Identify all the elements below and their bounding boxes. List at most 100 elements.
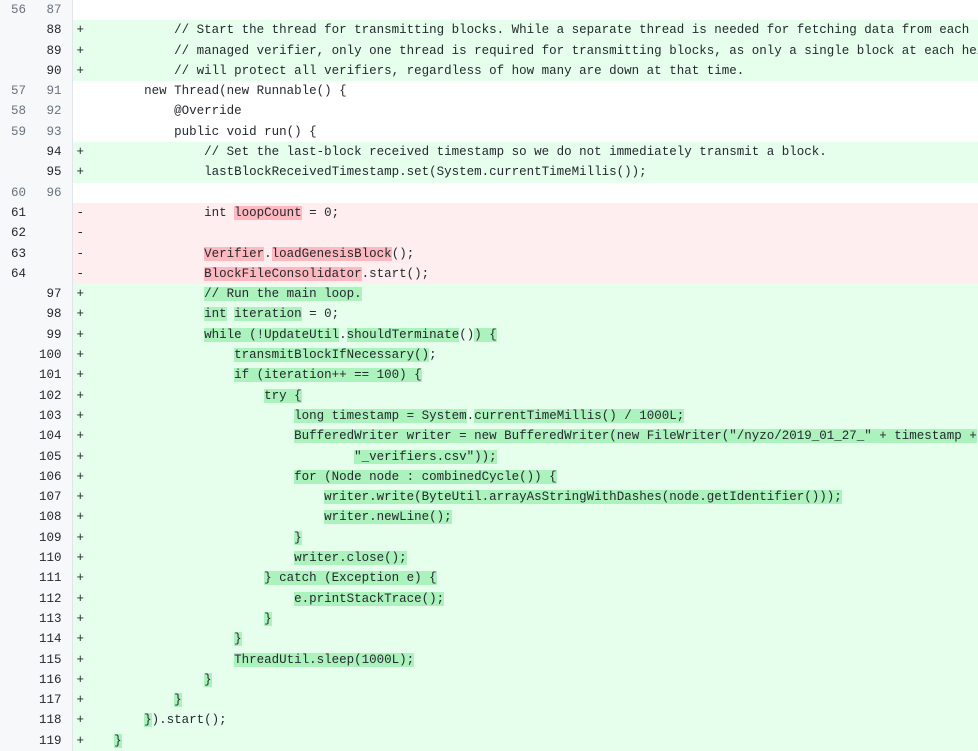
diff-code-cell[interactable]: public void run() { — [72, 121, 978, 143]
diff-code-cell[interactable]: + }).start(); — [72, 710, 978, 731]
new-line-number[interactable]: 116 — [36, 669, 73, 691]
old-line-number[interactable]: 57 — [0, 81, 36, 102]
old-line-number[interactable] — [0, 649, 36, 670]
new-line-number[interactable]: 103 — [36, 405, 73, 427]
new-line-number[interactable]: 109 — [36, 527, 73, 549]
new-line-number[interactable]: 105 — [36, 446, 73, 467]
old-line-number[interactable]: 58 — [0, 101, 36, 122]
diff-code-cell[interactable]: + } — [72, 730, 978, 751]
diff-code-cell[interactable]: + // managed verifier, only one thread i… — [72, 40, 978, 61]
new-line-number[interactable]: 108 — [36, 507, 73, 528]
diff-code-cell[interactable]: + } — [72, 629, 978, 650]
old-line-number[interactable] — [0, 365, 36, 386]
old-line-number[interactable] — [0, 690, 36, 711]
new-line-number[interactable]: 111 — [36, 568, 73, 589]
new-line-number[interactable]: 87 — [36, 0, 73, 21]
new-line-number[interactable]: 107 — [36, 487, 73, 508]
old-line-number[interactable] — [0, 466, 36, 488]
new-line-number[interactable]: 97 — [36, 284, 73, 305]
new-line-number[interactable]: 90 — [36, 60, 73, 82]
new-line-number[interactable]: 96 — [36, 182, 73, 203]
old-line-number[interactable]: 63 — [0, 243, 36, 264]
old-line-number[interactable]: 61 — [0, 202, 36, 224]
old-line-number[interactable] — [0, 548, 36, 569]
new-line-number[interactable] — [36, 223, 73, 244]
old-line-number[interactable]: 59 — [0, 121, 36, 143]
diff-code-cell[interactable]: + writer.newLine(); — [72, 507, 978, 528]
new-line-number[interactable]: 102 — [36, 385, 73, 406]
old-line-number[interactable]: 60 — [0, 182, 36, 203]
new-line-number[interactable]: 115 — [36, 649, 73, 670]
diff-code-cell[interactable]: + while (!UpdateUtil.shouldTerminate()) … — [72, 324, 978, 346]
diff-code-cell[interactable]: + // Start the thread for transmitting b… — [72, 20, 978, 41]
old-line-number[interactable] — [0, 304, 36, 325]
old-line-number[interactable] — [0, 345, 36, 366]
new-line-number[interactable]: 118 — [36, 710, 73, 731]
diff-code-cell[interactable]: + } catch (Exception e) { — [72, 568, 978, 589]
new-line-number[interactable]: 113 — [36, 608, 73, 630]
diff-code-cell[interactable]: + // Run the main loop. — [72, 284, 978, 305]
old-line-number[interactable] — [0, 385, 36, 406]
old-line-number[interactable] — [0, 588, 36, 609]
new-line-number[interactable]: 92 — [36, 101, 73, 122]
diff-code-cell[interactable]: + long timestamp = System.currentTimeMil… — [72, 405, 978, 427]
diff-code-cell[interactable]: @Override — [72, 101, 978, 122]
old-line-number[interactable] — [0, 487, 36, 508]
diff-code-cell[interactable]: + for (Node node : combinedCycle()) { — [72, 466, 978, 488]
diff-code-cell[interactable]: - BlockFileConsolidator.start(); — [72, 263, 978, 285]
old-line-number[interactable] — [0, 730, 36, 751]
old-line-number[interactable] — [0, 568, 36, 589]
new-line-number[interactable]: 101 — [36, 365, 73, 386]
new-line-number[interactable]: 117 — [36, 690, 73, 711]
diff-code-cell[interactable] — [72, 0, 978, 21]
new-line-number[interactable]: 114 — [36, 629, 73, 650]
old-line-number[interactable] — [0, 162, 36, 183]
old-line-number[interactable]: 56 — [0, 0, 36, 21]
diff-code-cell[interactable]: - Verifier.loadGenesisBlock(); — [72, 243, 978, 264]
new-line-number[interactable] — [36, 243, 73, 264]
diff-code-cell[interactable]: + // Set the last-block received timesta… — [72, 142, 978, 163]
old-line-number[interactable] — [0, 40, 36, 61]
old-line-number[interactable] — [0, 324, 36, 346]
diff-code-cell[interactable]: + if (iteration++ == 100) { — [72, 365, 978, 386]
old-line-number[interactable] — [0, 710, 36, 731]
new-line-number[interactable]: 100 — [36, 345, 73, 366]
old-line-number[interactable]: 64 — [0, 263, 36, 285]
new-line-number[interactable]: 110 — [36, 548, 73, 569]
new-line-number[interactable]: 88 — [36, 20, 73, 41]
new-line-number[interactable]: 98 — [36, 304, 73, 325]
old-line-number[interactable] — [0, 507, 36, 528]
old-line-number[interactable] — [0, 60, 36, 82]
diff-code-cell[interactable]: + } — [72, 527, 978, 549]
diff-code-cell[interactable]: + transmitBlockIfNecessary(); — [72, 345, 978, 366]
diff-code-cell[interactable]: + } — [72, 608, 978, 630]
old-line-number[interactable] — [0, 669, 36, 691]
diff-code-cell[interactable]: + writer.close(); — [72, 548, 978, 569]
diff-code-cell[interactable]: + } — [72, 690, 978, 711]
diff-code-cell[interactable]: + try { — [72, 385, 978, 406]
old-line-number[interactable] — [0, 446, 36, 467]
diff-code-cell[interactable]: + } — [72, 669, 978, 691]
diff-code-cell[interactable] — [72, 182, 978, 203]
diff-code-cell[interactable]: + ThreadUtil.sleep(1000L); — [72, 649, 978, 670]
old-line-number[interactable]: 62 — [0, 223, 36, 244]
new-line-number[interactable]: 95 — [36, 162, 73, 183]
new-line-number[interactable]: 106 — [36, 466, 73, 488]
diff-code-cell[interactable]: + // will protect all verifiers, regardl… — [72, 60, 978, 82]
new-line-number[interactable]: 104 — [36, 426, 73, 447]
new-line-number[interactable]: 99 — [36, 324, 73, 346]
new-line-number[interactable]: 93 — [36, 121, 73, 143]
old-line-number[interactable] — [0, 20, 36, 41]
old-line-number[interactable] — [0, 405, 36, 427]
new-line-number[interactable] — [36, 202, 73, 224]
new-line-number[interactable]: 91 — [36, 81, 73, 102]
old-line-number[interactable] — [0, 629, 36, 650]
diff-code-cell[interactable]: + int iteration = 0; — [72, 304, 978, 325]
diff-code-cell[interactable]: + BufferedWriter writer = new BufferedWr… — [72, 426, 978, 447]
old-line-number[interactable] — [0, 142, 36, 163]
diff-code-cell[interactable]: + e.printStackTrace(); — [72, 588, 978, 609]
diff-code-cell[interactable]: + lastBlockReceivedTimestamp.set(System.… — [72, 162, 978, 183]
new-line-number[interactable]: 89 — [36, 40, 73, 61]
new-line-number[interactable]: 112 — [36, 588, 73, 609]
diff-code-cell[interactable]: - — [72, 223, 978, 244]
